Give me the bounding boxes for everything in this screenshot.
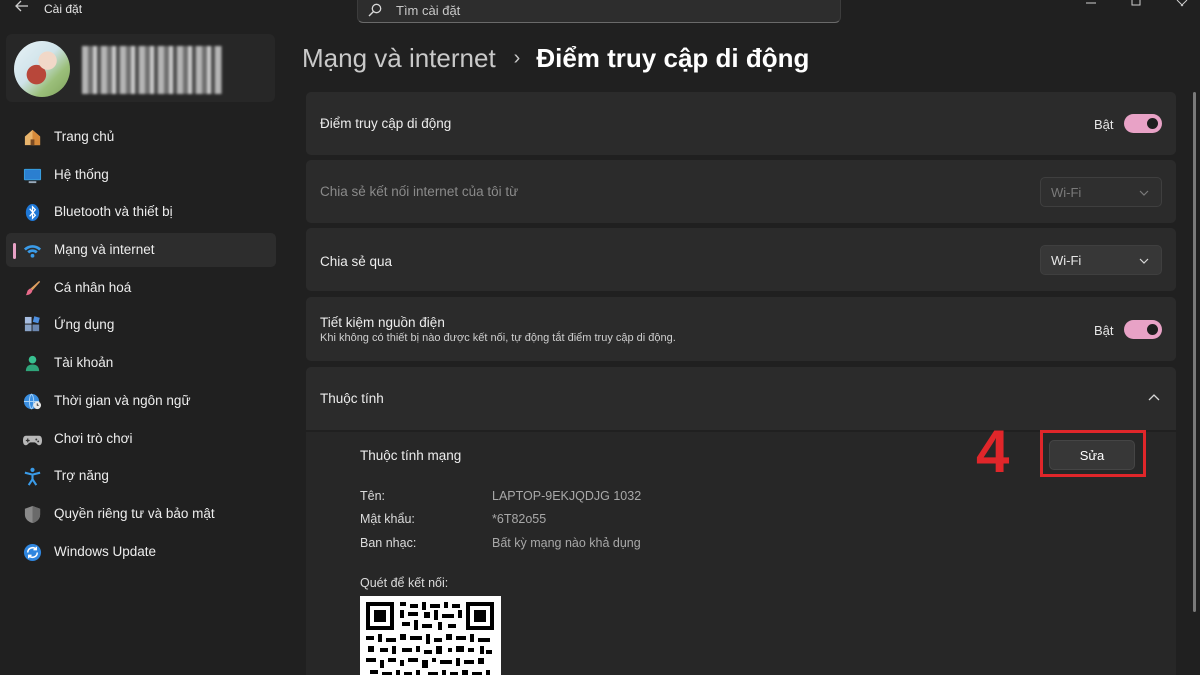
breadcrumb-separator: › — [513, 46, 521, 69]
network-properties-label: Thuộc tính mạng — [360, 448, 462, 463]
user-profile[interactable] — [6, 34, 275, 102]
qr-label: Quét để kết nối: — [360, 576, 449, 590]
back-arrow-icon — [15, 0, 28, 12]
blurred-user-name — [82, 46, 222, 94]
hotspot-card: Điểm truy cập di động Bật — [306, 92, 1176, 155]
back-button[interactable] — [12, 0, 32, 18]
qr-code — [360, 596, 501, 675]
breadcrumb-parent[interactable]: Mạng và internet — [302, 43, 496, 74]
close-button[interactable] — [1176, 0, 1188, 8]
globe-clock-icon — [23, 393, 42, 410]
breadcrumb: Mạng và internet › Điểm truy cập di động — [302, 40, 809, 76]
power-saving-toggle[interactable] — [1124, 320, 1162, 339]
share-from-dropdown[interactable]: Wi-Fi — [1040, 177, 1162, 207]
hotspot-toggle[interactable] — [1124, 114, 1162, 133]
chevron-up-icon[interactable] — [1148, 393, 1160, 401]
share-over-value: Wi-Fi — [1051, 253, 1082, 268]
search-icon — [368, 3, 382, 17]
prop-value-name: LAPTOP-9EKJQDJG 1032 — [492, 489, 642, 503]
sidebar-nav: Trang chủ Hệ thống Bluetooth và thiết bị… — [6, 120, 276, 572]
properties-label: Thuộc tính — [320, 391, 384, 406]
sidebar-item-label: Windows Update — [54, 543, 157, 559]
toggle-knob — [1147, 118, 1158, 129]
minimize-button[interactable] — [1085, 0, 1097, 8]
sidebar-item-network[interactable]: Mạng và internet — [6, 233, 276, 268]
power-saving-toggle-state: Bật — [1094, 323, 1114, 338]
share-from-label: Chia sẻ kết nối internet của tôi từ — [320, 184, 519, 199]
home-icon — [24, 129, 41, 146]
annotation-highlight-box — [1040, 430, 1146, 477]
sidebar-item-time-language[interactable]: Thời gian và ngôn ngữ — [6, 384, 276, 418]
maximize-button[interactable] — [1130, 0, 1142, 8]
system-icon — [23, 168, 42, 183]
accessibility-icon — [24, 467, 41, 486]
search-input[interactable] — [396, 1, 816, 19]
sidebar-item-windows-update[interactable]: Windows Update — [6, 535, 276, 569]
power-saving-description: Khi không có thiết bị nào được kết nối, … — [320, 332, 676, 344]
sidebar-item-label: Mạng và internet — [54, 242, 155, 258]
close-icon — [1176, 0, 1188, 7]
share-from-value: Wi-Fi — [1051, 185, 1082, 200]
apps-icon — [24, 316, 40, 332]
power-saving-label: Tiết kiệm nguồn điện — [320, 315, 445, 330]
hotspot-toggle-state: Bật — [1094, 117, 1114, 132]
sidebar-item-accessibility[interactable]: Trợ năng — [6, 459, 276, 493]
scrollbar[interactable] — [1193, 92, 1196, 612]
sidebar-item-accounts[interactable]: Tài khoản — [6, 346, 276, 380]
gamepad-icon — [23, 435, 42, 445]
sidebar-item-personalization[interactable]: Cá nhân hoá — [6, 271, 276, 305]
page-title: Điểm truy cập di động — [536, 42, 810, 73]
brush-icon — [25, 280, 41, 295]
annotation-step-number: 4 — [976, 418, 1010, 485]
sidebar-item-label: Chơi trò chơi — [54, 430, 133, 446]
minimize-icon — [1086, 2, 1096, 4]
prop-key-name: Tên: — [360, 489, 386, 503]
app-title: Cài đặt — [44, 2, 83, 16]
toggle-knob — [1147, 324, 1158, 335]
sidebar-item-label: Ứng dụng — [54, 317, 115, 333]
sidebar-item-label: Tài khoản — [54, 355, 114, 371]
wifi-icon — [23, 245, 42, 258]
share-from-card: Chia sẻ kết nối internet của tôi từ Wi-F… — [306, 160, 1176, 223]
prop-key-password: Mật khẩu: — [360, 512, 415, 526]
shield-icon — [24, 505, 41, 523]
share-over-label: Chia sẻ qua — [320, 254, 393, 269]
sidebar-item-privacy-security[interactable]: Quyền riêng tư và bảo mật — [6, 497, 276, 531]
sidebar-item-home[interactable]: Trang chủ — [6, 120, 276, 154]
maximize-icon — [1131, 0, 1141, 6]
chevron-down-icon — [1139, 190, 1149, 196]
sidebar-item-bluetooth[interactable]: Bluetooth và thiết bị — [6, 195, 276, 229]
sidebar-item-label: Trang chủ — [54, 129, 115, 144]
search-box[interactable] — [357, 0, 841, 23]
prop-key-band: Ban nhạc: — [360, 536, 417, 550]
sidebar-item-label: Trợ năng — [54, 468, 109, 484]
account-icon — [25, 356, 40, 372]
sidebar-item-label: Hệ thống — [54, 166, 109, 182]
prop-value-password: *6T82o55 — [492, 512, 547, 526]
sidebar-item-label: Quyền riêng tư và bảo mật — [54, 505, 215, 521]
properties-header[interactable]: Thuộc tính — [306, 367, 1176, 430]
avatar — [14, 41, 70, 97]
update-icon — [23, 543, 42, 561]
sidebar-item-label: Bluetooth và thiết bị — [54, 204, 173, 220]
qr-code-pattern — [366, 602, 494, 675]
hotspot-label: Điểm truy cập di động — [320, 116, 452, 131]
prop-value-band: Bất kỳ mạng nào khả dụng — [492, 536, 641, 550]
share-over-dropdown[interactable]: Wi-Fi — [1040, 245, 1162, 275]
sidebar-item-label: Thời gian và ngôn ngữ — [54, 392, 191, 408]
sidebar-item-label: Cá nhân hoá — [54, 279, 132, 295]
power-saving-card: Tiết kiệm nguồn điện Khi không có thiết … — [306, 297, 1176, 361]
sidebar-item-apps[interactable]: Ứng dụng — [6, 308, 276, 342]
sidebar-item-system[interactable]: Hệ thống — [6, 158, 276, 192]
share-over-card: Chia sẻ qua Wi-Fi — [306, 228, 1176, 291]
sidebar-item-gaming[interactable]: Chơi trò chơi — [6, 422, 276, 456]
chevron-down-icon — [1139, 258, 1149, 264]
bluetooth-icon — [25, 204, 40, 222]
